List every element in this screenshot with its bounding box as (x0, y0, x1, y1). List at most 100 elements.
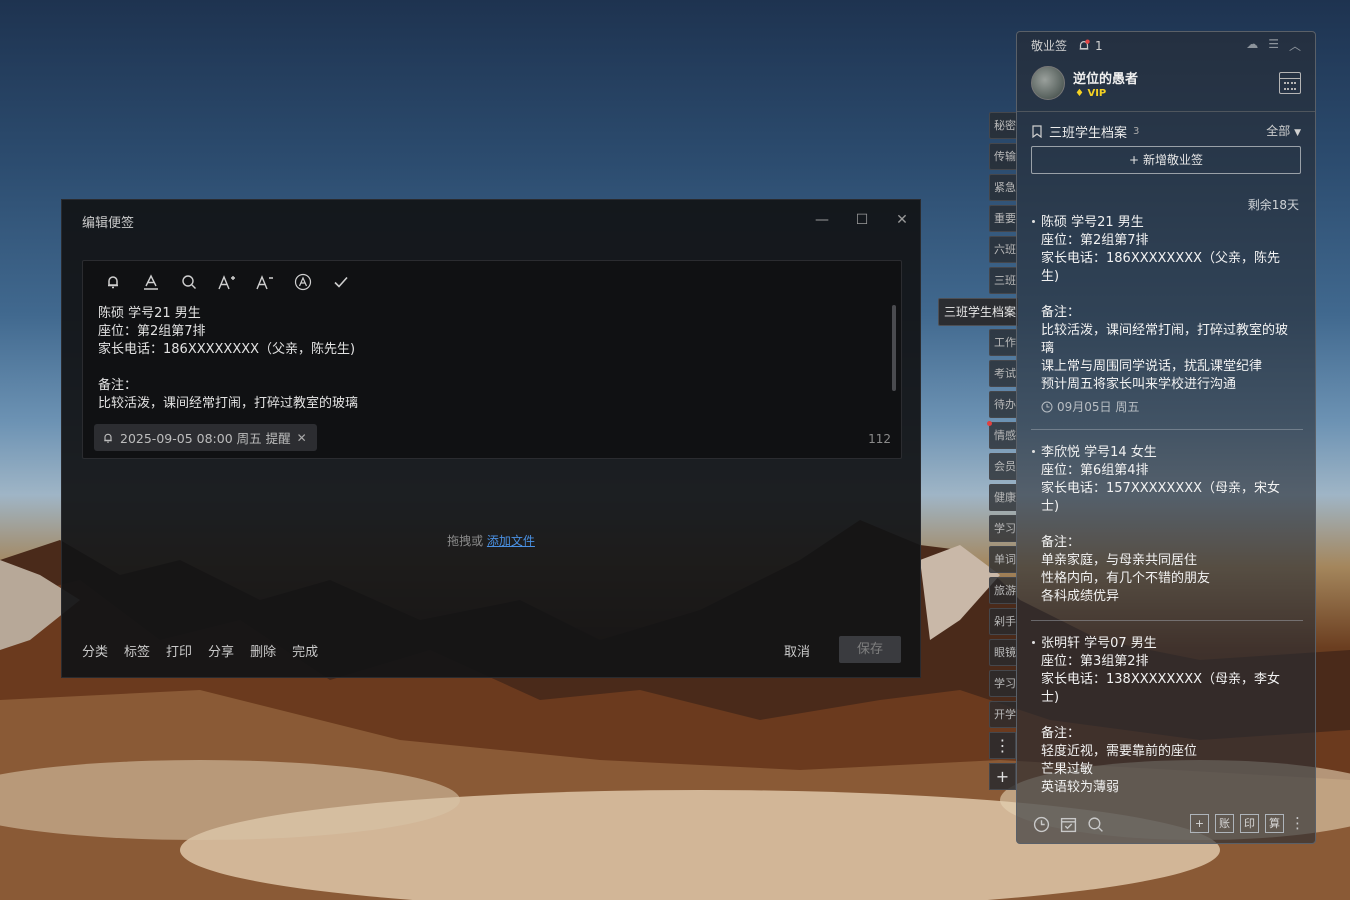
category-name: 三班学生档案 (1049, 126, 1128, 141)
remaining-days: 剩余18天 (1247, 198, 1299, 212)
filter-dropdown[interactable]: 全部 ▼ (1266, 122, 1301, 139)
side-tab[interactable]: 情感 (989, 422, 1017, 449)
note-item[interactable]: 李欣悦 学号14 女生 座位：第6组第4排 家长电话：157XXXXXXXX（母… (1031, 444, 1303, 621)
panel-bottom-right-tools: + 账 印 算 ⋮ (1190, 814, 1305, 833)
file-drop-area[interactable]: 拖拽或 添加文件 (62, 532, 920, 549)
format-toolbar (101, 273, 353, 297)
calendar-icon[interactable] (1279, 72, 1301, 94)
add-tab-icon[interactable]: + (989, 763, 1016, 790)
category-button[interactable]: 分类 (82, 641, 108, 660)
note-editor: 陈硕 学号21 男生 座位：第2组第7排 家长电话：186XXXXXXXX（父亲… (82, 260, 902, 459)
remove-reminder-icon[interactable]: ✕ (297, 431, 307, 445)
reminder-chip[interactable]: 2025-09-05 08:00 周五 提醒 ✕ (94, 424, 317, 451)
notification-bell-icon[interactable] (1077, 38, 1091, 53)
more-icon[interactable]: ⋮ (1290, 814, 1305, 833)
side-tab[interactable]: 三班 (989, 267, 1017, 294)
cloud-sync-icon[interactable]: ☁ (1246, 37, 1258, 54)
notes-panel: 敬业签 1 ☁ ☰ ︿ 逆位的愚者 ♦ VIP 三班学生档案 3 全部 ▼ + … (1016, 31, 1316, 844)
reminder-text: 2025-09-05 08:00 周五 提醒 (120, 431, 291, 446)
ledger-button[interactable]: 账 (1215, 814, 1234, 833)
window-title: 编辑便签 (82, 216, 135, 231)
side-tab[interactable]: 会员 (989, 453, 1017, 480)
clear-format-icon[interactable] (291, 273, 315, 297)
maximize-icon[interactable]: ☐ (852, 210, 872, 230)
save-button[interactable]: 保存 (839, 636, 901, 663)
content-line: 陈硕 学号21 男生 (98, 306, 201, 321)
side-tab[interactable]: 重要 (989, 205, 1017, 232)
menu-icon[interactable]: ☰ (1268, 37, 1279, 54)
side-tab[interactable]: 紧急 (989, 174, 1017, 201)
delete-button[interactable]: 删除 (250, 641, 276, 660)
edit-note-window: 编辑便签 — ☐ ✕ 陈硕 学号21 男生 座位：第2组第7排 家长电话：186… (61, 199, 921, 678)
complete-button[interactable]: 完成 (292, 641, 318, 660)
side-tab[interactable]: 考试 (989, 360, 1017, 387)
char-count: 112 (868, 432, 891, 446)
bottom-actions: 分类 标签 打印 分享 删除 完成 (82, 641, 318, 660)
username[interactable]: 逆位的愚者 (1073, 68, 1138, 87)
more-tabs-icon[interactable]: ⋮ (989, 732, 1016, 759)
add-file-link[interactable]: 添加文件 (487, 534, 535, 548)
category-side-tabs: 秘密 传输 紧急 重要 六班 三班 工作 考试 待办 情感 会员 健康 学习 单… (989, 112, 1017, 732)
font-larger-icon[interactable] (215, 273, 239, 297)
content-line: 备注： (98, 378, 138, 393)
bookmark-icon (1032, 125, 1042, 138)
cancel-button[interactable]: 取消 (784, 641, 810, 660)
side-tab[interactable]: 眼镜 (989, 639, 1017, 666)
notes-list: 陈硕 学号21 男生 座位：第2组第7排 家长电话：186XXXXXXXX（父亲… (1031, 214, 1303, 798)
clock-icon (1041, 401, 1053, 412)
calculator-button[interactable]: 算 (1265, 814, 1284, 833)
side-tab[interactable]: 剁手 (989, 608, 1017, 635)
new-note-button[interactable]: + 新增敬业签 (1031, 146, 1301, 174)
side-tab[interactable]: 学习 (989, 670, 1017, 697)
check-icon[interactable] (329, 273, 353, 297)
notification-count: 1 (1095, 38, 1103, 53)
close-icon[interactable]: ✕ (892, 210, 912, 230)
side-tab[interactable]: 秘密 (989, 112, 1017, 139)
minimize-icon[interactable]: — (812, 210, 832, 230)
divider (1017, 111, 1315, 112)
side-tab[interactable]: 待办 (989, 391, 1017, 418)
note-item[interactable]: 张明轩 学号07 男生 座位：第3组第2排 家长电话：138XXXXXXXX（母… (1031, 635, 1303, 798)
content-line: 比较活泼，课间经常打闹，打碎过教室的玻璃 (98, 396, 359, 411)
category-row[interactable]: 三班学生档案 3 (1031, 122, 1139, 141)
editor-scrollbar[interactable] (892, 305, 896, 391)
side-tab[interactable]: 开学 (989, 701, 1017, 728)
category-count: 3 (1133, 126, 1140, 137)
side-tab[interactable]: 六班 (989, 236, 1017, 263)
note-content[interactable]: 陈硕 学号21 男生 座位：第2组第7排 家长电话：186XXXXXXXX（父亲… (98, 305, 878, 415)
unread-dot (987, 421, 992, 426)
bell-icon[interactable] (101, 273, 125, 297)
search-icon[interactable] (177, 273, 201, 297)
side-tab[interactable]: 健康 (989, 484, 1017, 511)
tag-button[interactable]: 标签 (124, 641, 150, 660)
calendar-check-icon[interactable] (1060, 816, 1077, 833)
share-button[interactable]: 分享 (208, 641, 234, 660)
font-smaller-icon[interactable] (253, 273, 277, 297)
search-icon[interactable] (1087, 816, 1104, 833)
side-tab[interactable]: 旅游 (989, 577, 1017, 604)
add-button[interactable]: + (1190, 814, 1209, 833)
side-tab[interactable]: 学习 (989, 515, 1017, 542)
side-tab[interactable]: 单词 (989, 546, 1017, 573)
content-line (98, 359, 878, 377)
side-tab[interactable]: 工作 (989, 329, 1017, 356)
collapse-icon[interactable]: ︿ (1289, 37, 1301, 54)
app-name: 敬业签 (1031, 39, 1068, 53)
note-date: 09月05日 周五 (1041, 398, 1303, 415)
print-button[interactable]: 印 (1240, 814, 1259, 833)
print-button[interactable]: 打印 (166, 641, 192, 660)
side-tab[interactable]: 传输 (989, 143, 1017, 170)
vip-badge: ♦ VIP (1075, 88, 1107, 99)
avatar[interactable] (1031, 66, 1065, 100)
font-color-icon[interactable] (139, 273, 163, 297)
plus-icon: + (1129, 153, 1140, 167)
clock-icon[interactable] (1033, 816, 1050, 833)
panel-bottom-toolbar (1033, 816, 1104, 833)
bell-icon (104, 433, 112, 443)
panel-window-controls: ☁ ☰ ︿ (1246, 37, 1301, 54)
note-item[interactable]: 陈硕 学号21 男生 座位：第2组第7排 家长电话：186XXXXXXXX（父亲… (1031, 214, 1303, 430)
side-tab-active[interactable]: 三班学生档案 (938, 298, 1018, 326)
diamond-icon: ♦ (1075, 88, 1084, 99)
content-line: 家长电话：186XXXXXXXX（父亲，陈先生) (98, 342, 356, 357)
drop-text: 拖拽或 (447, 534, 484, 548)
